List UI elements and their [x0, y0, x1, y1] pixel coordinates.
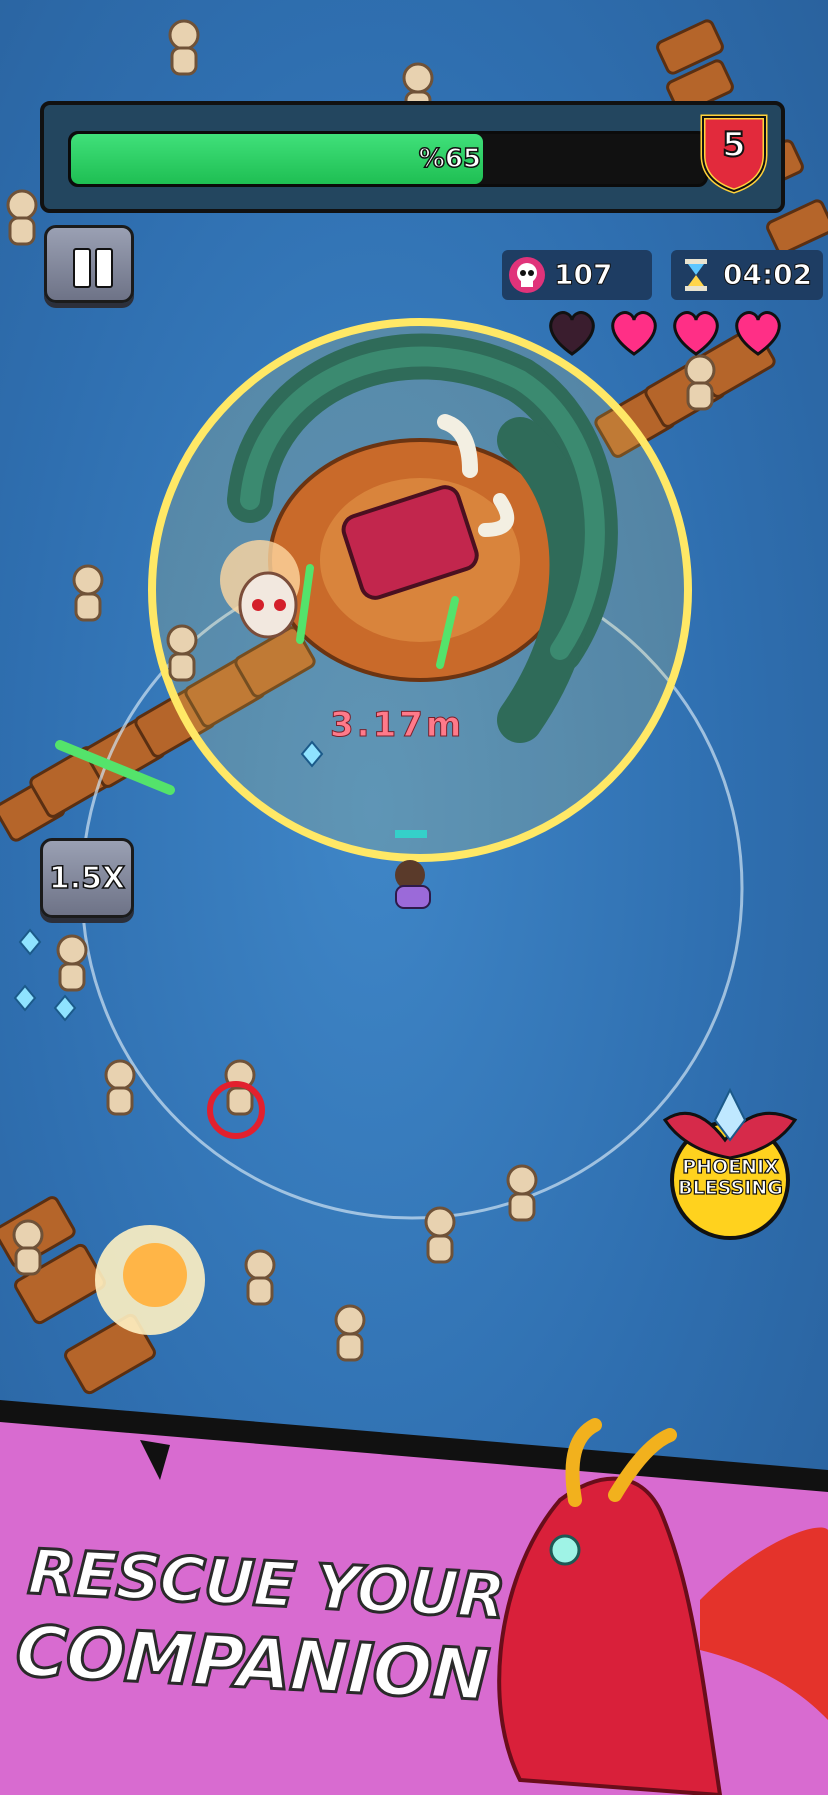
lives-hearts [545, 308, 795, 360]
hourglass-icon [685, 259, 707, 291]
speed-button[interactable]: 1.5X [40, 838, 134, 918]
wave-progress-text: %65 [418, 143, 482, 175]
phoenix-label-line2: BLESSING [678, 1177, 784, 1199]
pause-icon [73, 248, 91, 288]
kill-counter: 107 [502, 250, 652, 300]
pause-button[interactable] [44, 225, 134, 303]
heart-empty-icon [549, 311, 595, 356]
heart-icon [611, 311, 657, 356]
distance-label: 3.17m [329, 705, 465, 746]
heart-icon [673, 311, 719, 356]
phoenix-blessing-label: PHOENIX BLESSING [658, 1156, 803, 1199]
timer-value: 04:02 [722, 258, 813, 292]
heart-icon [735, 311, 781, 356]
phoenix-label-line1: PHOENIX [682, 1156, 780, 1178]
skull-icon [509, 257, 545, 293]
level-number: 5 [721, 124, 747, 166]
timer: 04:02 [671, 250, 823, 300]
pause-icon-bar [95, 248, 113, 288]
game-screen: 3.17m %65 5 107 04:02 1.5X PHOENIX BLESS… [0, 0, 828, 1795]
wave-progress-panel: %65 5 [40, 101, 785, 213]
level-badge: 5 [699, 111, 769, 195]
kill-count: 107 [553, 258, 613, 292]
wave-progress-bar: %65 [68, 131, 708, 187]
